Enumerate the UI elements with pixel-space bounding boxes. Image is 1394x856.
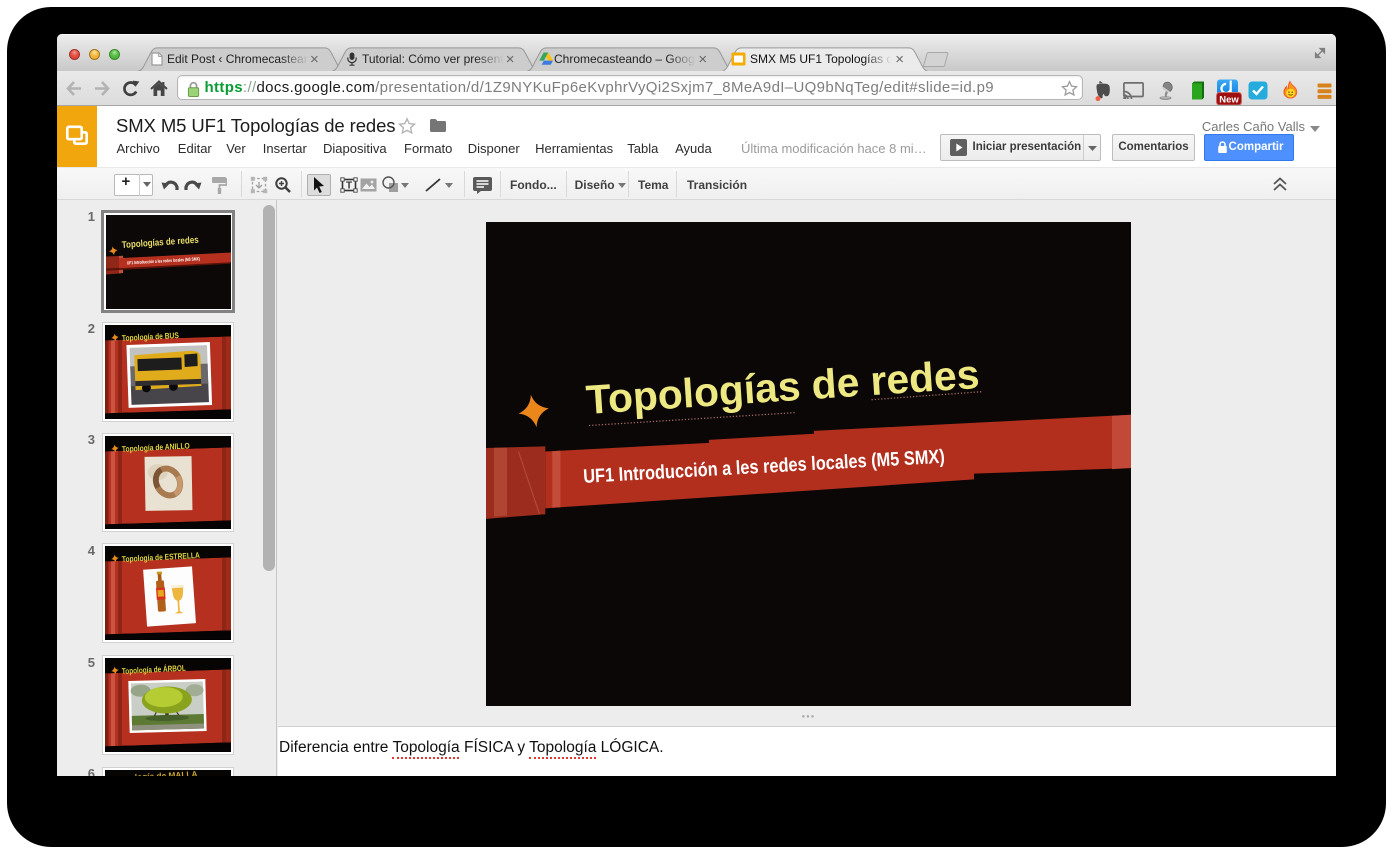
svg-text:logía de MALLA: logía de MALLA [135,770,198,777]
svg-text:New: New [1219,94,1239,105]
svg-text:T: T [346,181,352,192]
